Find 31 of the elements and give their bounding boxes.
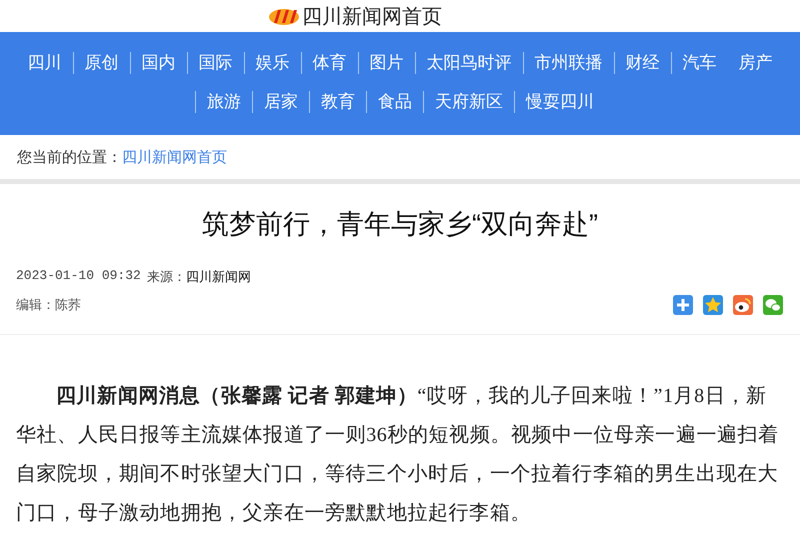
nav-link[interactable]: 原创 bbox=[72, 52, 130, 74]
nav-link[interactable]: 图片 bbox=[358, 52, 414, 74]
breadcrumb-label: 您当前的位置： bbox=[17, 148, 122, 166]
article-paragraph: 四川新闻网消息（张馨露 记者 郭建坤）“哎呀，我的儿子回来啦！”1月8日，新华社、人民日报等主流媒体报道了一则36秒的短视频。视频中一位母亲一遍一遍扫着自家院坝，期间不时张望大门口，等待三个小时后，一个拉着行李箱的男生出现在大门口，母子激动地拥抱，父亲在一旁默默地拉起行李箱。 bbox=[16, 384, 780, 526]
chat-bubbles-icon[interactable] bbox=[762, 294, 784, 316]
nav-link[interactable]: 体育 bbox=[300, 52, 358, 74]
nav-link[interactable]: 娱乐 bbox=[244, 52, 300, 74]
nav-link[interactable]: 食品 bbox=[366, 91, 423, 113]
logo-icon bbox=[268, 6, 300, 26]
nav-link[interactable]: 四川 bbox=[16, 52, 72, 74]
breadcrumb-link[interactable]: 四川新闻网首页 bbox=[122, 148, 227, 166]
article-title: 筑梦前行，青年与家乡“双向奔赴” bbox=[201, 208, 599, 241]
nav-link[interactable]: 教育 bbox=[309, 91, 366, 113]
nav-link[interactable]: 居家 bbox=[252, 91, 309, 113]
eye-icon[interactable] bbox=[732, 294, 754, 316]
source-link[interactable]: 四川新闻网 bbox=[186, 268, 251, 286]
nav-link[interactable]: 国际 bbox=[186, 52, 244, 74]
nav-link[interactable]: 旅游 bbox=[195, 91, 252, 113]
nav-link[interactable]: 财经 bbox=[614, 52, 670, 74]
nav-link[interactable]: 房产 bbox=[728, 52, 784, 74]
plus-icon[interactable] bbox=[672, 294, 694, 316]
nav-link[interactable]: 慢耍四川 bbox=[514, 91, 605, 113]
nav-link[interactable]: 汽车 bbox=[670, 52, 728, 74]
editor-credit: 编辑：陈荞 bbox=[16, 296, 81, 314]
nav-link[interactable]: 国内 bbox=[130, 52, 186, 74]
nav-link[interactable]: 太阳鸟时评 bbox=[414, 52, 522, 74]
nav-link[interactable]: 市州联播 bbox=[522, 52, 614, 74]
site-title[interactable]: 四川新闻网首页 bbox=[302, 2, 442, 30]
nav-link[interactable]: 天府新区 bbox=[423, 91, 514, 113]
source-label: 来源： bbox=[146, 268, 186, 286]
publish-time: 2023-01-10 09:32 bbox=[16, 268, 141, 285]
